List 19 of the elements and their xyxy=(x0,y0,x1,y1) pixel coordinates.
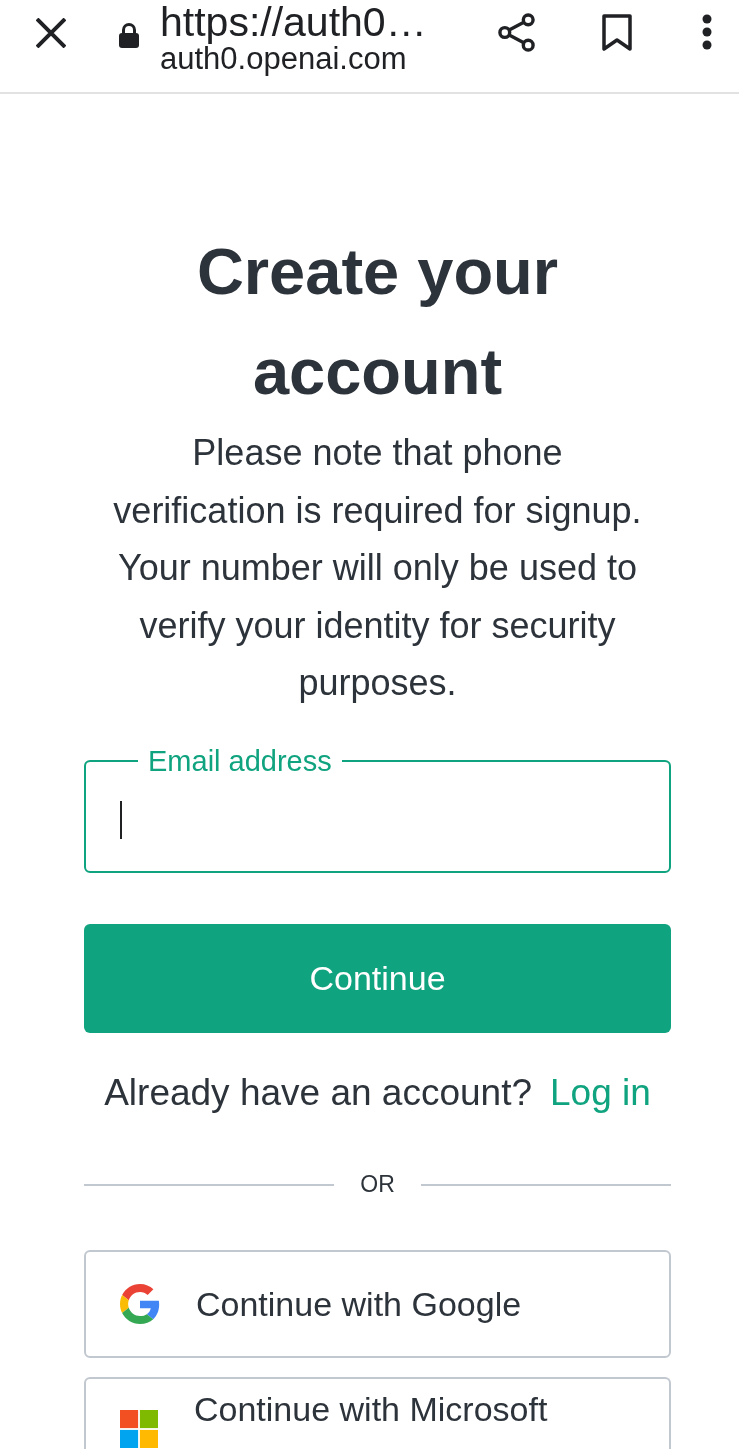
text-cursor-icon xyxy=(120,800,122,839)
menu-icon[interactable] xyxy=(702,14,712,50)
lock-icon xyxy=(118,22,140,48)
google-signin-button[interactable]: Continue with Google xyxy=(84,1249,671,1358)
page-heading: Create your account xyxy=(195,234,560,410)
microsoft-signin-button[interactable]: Continue with Microsoft xyxy=(84,1376,671,1449)
notice-text: Please note that phone verification is required for signup. Your number will only be used to verify your identity for security purposes. xyxy=(112,431,643,705)
continue-button[interactable]: Continue xyxy=(84,923,671,1033)
login-link[interactable]: Log in xyxy=(550,1070,651,1115)
login-prompt: Already have an account? xyxy=(104,1070,532,1115)
share-icon[interactable] xyxy=(497,13,536,52)
page-url: auth0.openai.com xyxy=(160,44,407,74)
google-g-icon xyxy=(120,1283,160,1324)
field-label: Email address xyxy=(147,744,333,777)
four-squares-icon xyxy=(120,1409,158,1448)
bookmark-icon[interactable] xyxy=(602,14,632,51)
page-title: https://auth0… xyxy=(160,0,427,44)
divider-label: OR xyxy=(359,1171,396,1198)
close-icon[interactable] xyxy=(36,18,66,48)
